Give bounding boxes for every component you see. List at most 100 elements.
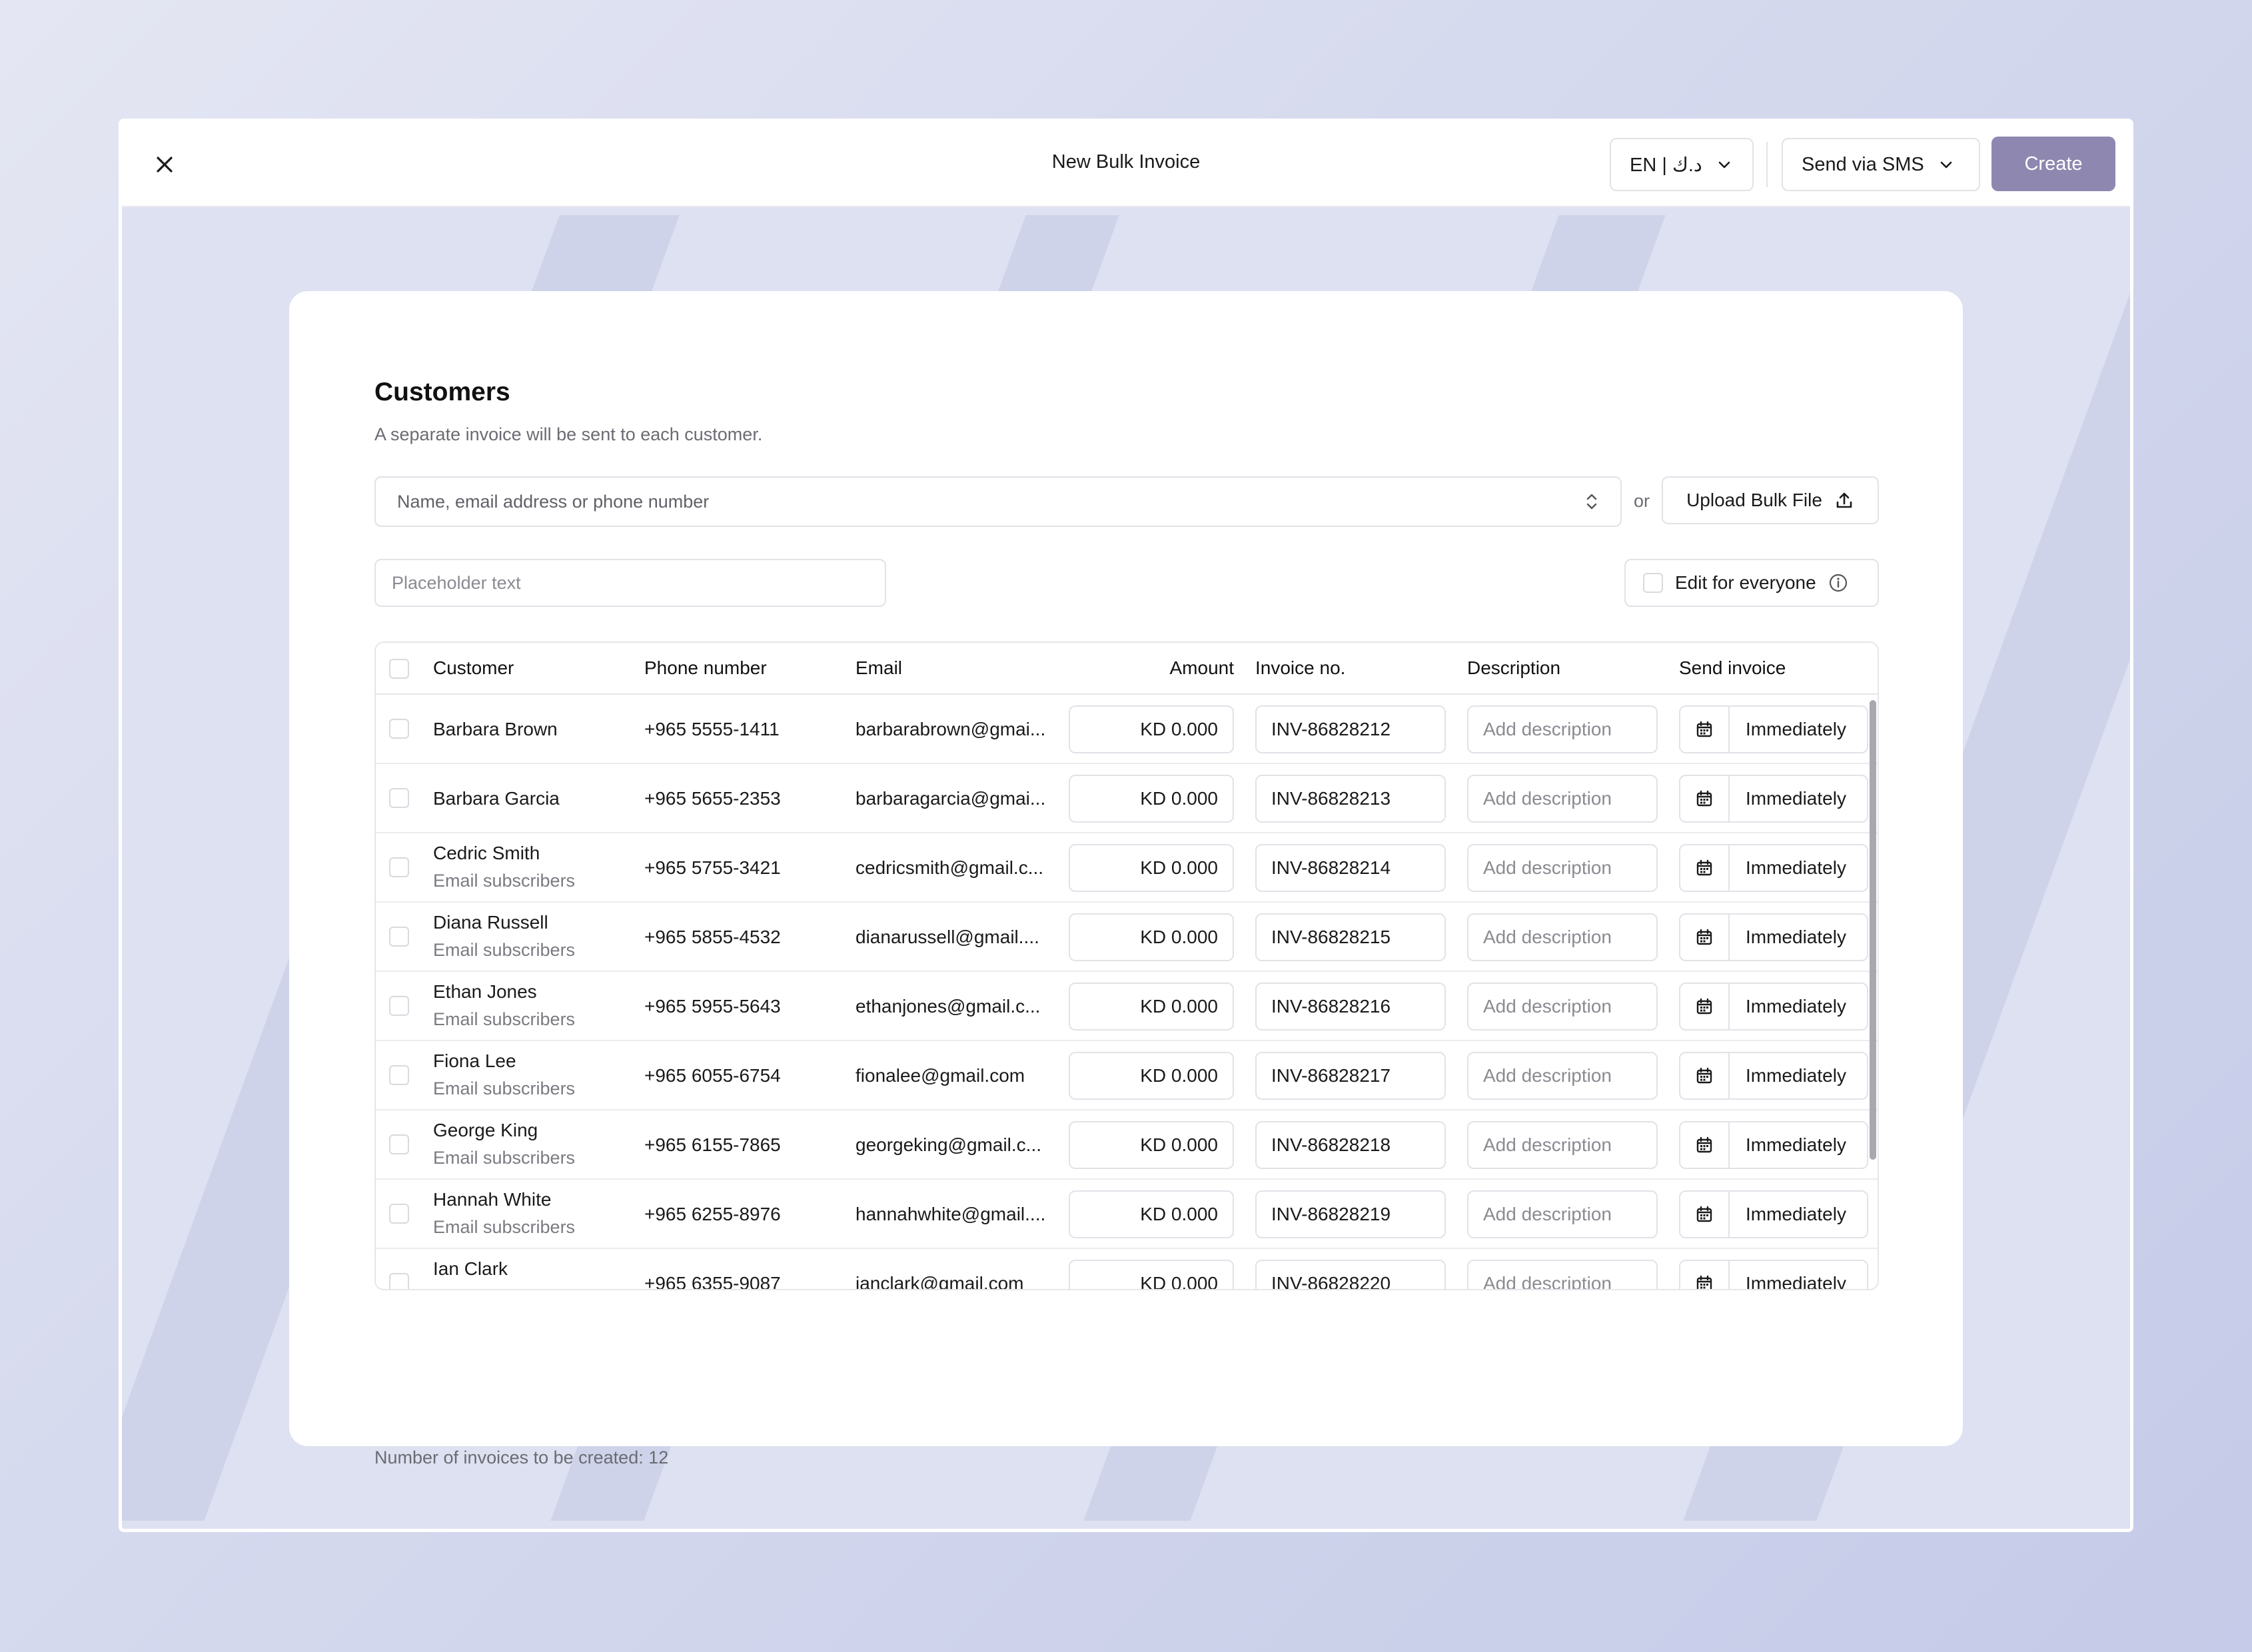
invoice-number-input[interactable]: INV-86828220 (1255, 1260, 1446, 1289)
send-invoice-select[interactable]: Immediately (1679, 705, 1868, 753)
description-input[interactable]: Add description (1467, 775, 1658, 823)
upload-label: Upload Bulk File (1686, 490, 1822, 510)
create-button[interactable]: Create (1991, 137, 2115, 191)
language-currency-select[interactable]: EN | د.ك (1610, 138, 1754, 191)
description-input[interactable]: Add description (1467, 844, 1658, 892)
column-header-customer: Customer (433, 657, 514, 678)
amount-input[interactable]: KD 0.000 (1069, 1260, 1234, 1290)
upload-icon (1836, 492, 1852, 508)
calendar-icon (1696, 859, 1712, 876)
calendar-icon (1696, 929, 1712, 945)
invoice-number-input[interactable]: INV-86828215 (1255, 913, 1446, 961)
upload-bulk-file-button[interactable]: Upload Bulk File (1662, 476, 1879, 524)
row-checkbox[interactable] (389, 927, 409, 947)
calendar-icon (1696, 721, 1712, 737)
column-header-email: Email (855, 657, 903, 678)
amount-input[interactable]: KD 0.000 (1069, 983, 1234, 1031)
column-header-description: Description (1467, 657, 1561, 678)
amount-value: KD 0.000 (1140, 927, 1218, 947)
language-currency-label: EN | د.ك (1630, 154, 1702, 176)
customer-name: Hannah White (433, 1189, 552, 1210)
customer-group: Email subscribers (433, 1148, 576, 1168)
send-invoice-select[interactable]: Immediately (1679, 844, 1868, 892)
description-input[interactable]: Add description (1467, 1260, 1658, 1289)
customer-search-select[interactable]: Name, email address or phone number (374, 476, 1622, 527)
send-invoice-select[interactable]: Immediately (1679, 1190, 1868, 1238)
invoice-number-input[interactable]: INV-86828218 (1255, 1121, 1446, 1169)
send-invoice-select[interactable]: Immediately (1679, 1121, 1868, 1169)
invoice-number-input[interactable]: INV-86828217 (1255, 1052, 1446, 1100)
section-subtitle: A separate invoice will be sent to each … (374, 424, 763, 444)
description-placeholder: Add description (1483, 857, 1612, 878)
edit-for-everyone-checkbox[interactable] (1643, 573, 1663, 593)
amount-input[interactable]: KD 0.000 (1069, 844, 1234, 892)
schedule-date-button[interactable] (1680, 915, 1730, 960)
description-input[interactable]: Add description (1467, 983, 1658, 1031)
invoice-number-value: INV-86828219 (1271, 1204, 1391, 1224)
customer-email: georgeking@gmail.c... (855, 1134, 1042, 1155)
table-row: Barbara Brown +965 5555-1411 barbarabrown@… (376, 695, 1878, 764)
send-invoice-select[interactable]: Immediately (1679, 1260, 1868, 1289)
schedule-date-button[interactable] (1680, 984, 1730, 1029)
row-checkbox[interactable] (389, 788, 409, 808)
description-placeholder: Add description (1483, 996, 1612, 1017)
row-checkbox[interactable] (389, 719, 409, 739)
schedule-date-button[interactable] (1680, 845, 1730, 891)
edit-for-everyone-toggle[interactable]: Edit for everyone (1624, 559, 1879, 607)
description-input[interactable]: Add description (1467, 1052, 1658, 1100)
customers-card: Customers A separate invoice will be sen… (289, 291, 1963, 1467)
send-invoice-select[interactable]: Immediately (1679, 1052, 1868, 1100)
row-checkbox[interactable] (389, 1065, 409, 1085)
send-timing-label: Immediately (1746, 927, 1846, 947)
customer-phone: +965 5855-4532 (644, 927, 781, 947)
amount-value: KD 0.000 (1140, 1273, 1218, 1290)
send-invoice-select[interactable]: Immediately (1679, 913, 1868, 961)
invoice-number-value: INV-86828217 (1271, 1065, 1391, 1086)
schedule-date-button[interactable] (1680, 1122, 1730, 1168)
calendar-icon (1696, 998, 1712, 1015)
amount-value: KD 0.000 (1140, 1065, 1218, 1086)
invoice-number-input[interactable]: INV-86828219 (1255, 1190, 1446, 1238)
row-checkbox[interactable] (389, 1204, 409, 1224)
send-method-select[interactable]: Send via SMS (1782, 138, 1980, 191)
calendar-icon (1696, 1206, 1712, 1222)
invoice-number-input[interactable]: INV-86828212 (1255, 705, 1446, 753)
description-input[interactable]: Add description (1467, 1121, 1658, 1169)
amount-input[interactable]: KD 0.000 (1069, 1052, 1234, 1100)
customer-name: Ian Clark (433, 1258, 508, 1279)
chevron-down-icon (1940, 161, 1952, 169)
send-timing-label: Immediately (1746, 996, 1846, 1017)
invoice-number-input[interactable]: INV-86828216 (1255, 983, 1446, 1031)
schedule-date-button[interactable] (1680, 1192, 1730, 1237)
amount-input[interactable]: KD 0.000 (1069, 775, 1234, 823)
column-header-invoice: Invoice no. (1255, 657, 1346, 678)
schedule-date-button[interactable] (1680, 1053, 1730, 1098)
amount-input[interactable]: KD 0.000 (1069, 913, 1234, 961)
send-timing-label: Immediately (1746, 788, 1846, 809)
description-input[interactable]: Add description (1467, 913, 1658, 961)
description-input[interactable]: Add description (1467, 1190, 1658, 1238)
select-all-checkbox[interactable] (389, 659, 409, 679)
invoice-number-input[interactable]: INV-86828214 (1255, 844, 1446, 892)
schedule-date-button[interactable] (1680, 776, 1730, 821)
schedule-date-button[interactable] (1680, 707, 1730, 752)
amount-input[interactable]: KD 0.000 (1069, 1190, 1234, 1238)
amount-input[interactable]: KD 0.000 (1069, 705, 1234, 753)
row-checkbox[interactable] (389, 1273, 409, 1289)
amount-input[interactable]: KD 0.000 (1069, 1121, 1234, 1169)
amount-value: KD 0.000 (1140, 1204, 1218, 1224)
description-placeholder: Add description (1483, 1134, 1612, 1155)
app-window: New Bulk Invoice EN | د.ك Send via SMS C… (119, 119, 2133, 1532)
row-checkbox[interactable] (389, 857, 409, 877)
invoice-number-input[interactable]: INV-86828213 (1255, 775, 1446, 823)
table-scrollbar[interactable] (1870, 700, 1876, 1160)
send-invoice-select[interactable]: Immediately (1679, 983, 1868, 1031)
description-input[interactable]: Add description (1467, 705, 1658, 753)
schedule-date-button[interactable] (1680, 1261, 1730, 1289)
send-invoice-select[interactable]: Immediately (1679, 775, 1868, 823)
filter-input[interactable] (374, 559, 886, 607)
row-checkbox[interactable] (389, 996, 409, 1016)
row-checkbox[interactable] (389, 1134, 409, 1154)
customer-name: Barbara Brown (433, 719, 558, 739)
amount-value: KD 0.000 (1140, 996, 1218, 1017)
